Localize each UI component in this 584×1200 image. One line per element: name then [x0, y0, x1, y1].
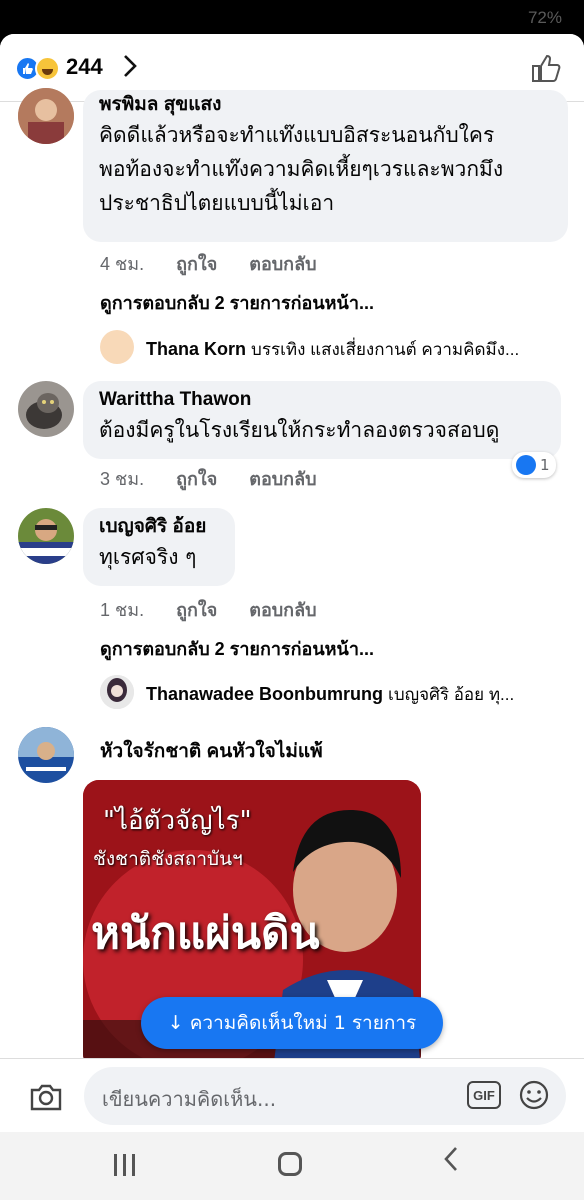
reply-comment-button[interactable]: ตอบกลับ: [249, 249, 316, 278]
like-comment-button[interactable]: ถูกใจ: [176, 464, 217, 493]
reply-preview-text: บรรเทิง แสงเสี่ยงกานต์ ความคิดมึง...: [251, 340, 520, 359]
like-comment-button[interactable]: ถูกใจ: [176, 595, 217, 624]
reply-comment-button[interactable]: ตอบกลับ: [249, 464, 316, 493]
battery-level: 72%: [527, 8, 562, 27]
gif-button[interactable]: GIF: [467, 1081, 501, 1109]
home-icon[interactable]: [278, 1152, 302, 1176]
reply-preview-text: เบญจศิริ อ้อย ทุ...: [388, 685, 515, 704]
comment-text-line: ประชาธิปไตยแบบนี้ไม่เอา: [99, 191, 335, 215]
comment-actions: 1 ชม. ถูกใจ ตอบกลับ: [100, 595, 317, 624]
comment-time: 4 ชม.: [100, 254, 145, 274]
commenter-avatar[interactable]: [18, 508, 74, 564]
reaction-count[interactable]: 244: [66, 54, 103, 80]
reply-comment-button[interactable]: ตอบกลับ: [249, 595, 316, 624]
comment-bubble[interactable]: Warittha Thawon ต้องมีครูในโรงเรียนให้กร…: [83, 381, 561, 459]
like-reaction-icon: [516, 455, 536, 475]
image-caption-line2: ชังชาติชังสถาบันฯ: [93, 848, 243, 870]
comment-text-line: คิดดีแล้วหรือจะทำแท๊งแบบอิสระนอนกับใคร: [99, 123, 495, 147]
comment-bubble[interactable]: พรพิมล สุขแสง คิดดีแล้วหรือจะทำแท๊งแบบอิ…: [83, 90, 568, 242]
back-icon[interactable]: [442, 1144, 460, 1182]
reactions-summary[interactable]: [15, 56, 63, 82]
reply-avatar[interactable]: [100, 675, 134, 709]
comments-sheet: 244 พรพิมล สุขแสง คิดดีแล้วหรือจะทำแท๊งแ…: [0, 34, 584, 1132]
comment-text-line: พอท้องจะทำแท๊งความคิดเหี้ยๆเวรและพวกมึง: [99, 157, 504, 181]
comment-text-line: ทุเรศจริง ๆ: [99, 545, 197, 569]
commenter-avatar[interactable]: [18, 88, 74, 144]
comment-input[interactable]: เขียนความคิดเห็น... GIF: [84, 1067, 566, 1125]
comment-bubble[interactable]: เบญจศิริ อ้อย ทุเรศจริง ๆ: [83, 508, 235, 586]
comment-text-line: ต้องมีครูในโรงเรียนให้กระทำลองตรวจสอบดู: [99, 418, 500, 442]
reply-preview[interactable]: Thana Korn บรรเทิง แสงเสี่ยงกานต์ ความคิ…: [146, 336, 519, 363]
view-previous-replies[interactable]: ดูการตอบกลับ 2 รายการก่อนหน้า...: [100, 634, 374, 663]
reply-preview[interactable]: Thanawadee Boonbumrung เบญจศิริ อ้อย ทุ.…: [146, 681, 514, 708]
new-comments-button[interactable]: ↓ ความคิดเห็นใหม่ 1 รายการ: [141, 997, 443, 1049]
comment-composer: เขียนความคิดเห็น... GIF: [0, 1058, 584, 1132]
comment-like-count: 1: [540, 456, 550, 474]
like-comment-button[interactable]: ถูกใจ: [176, 249, 217, 278]
commenter-name[interactable]: พรพิมล สุขแสง: [99, 92, 552, 118]
like-post-button[interactable]: [530, 52, 562, 84]
comment-time: 3 ชม.: [100, 469, 145, 489]
status-bar: 72%: [0, 0, 584, 34]
camera-icon[interactable]: [28, 1079, 64, 1115]
comment-time: 1 ชม.: [100, 600, 145, 620]
commenter-name[interactable]: หัวใจรักชาติ คนหัวใจไม่แพ้: [100, 739, 323, 765]
image-caption-line1: "ไอ้ตัวจัญไร": [103, 806, 252, 836]
view-previous-replies[interactable]: ดูการตอบกลับ 2 รายการก่อนหน้า...: [100, 288, 374, 317]
emoji-icon[interactable]: [518, 1079, 550, 1111]
reply-avatar[interactable]: [100, 330, 134, 364]
recent-apps-icon[interactable]: [114, 1154, 138, 1176]
commenter-name[interactable]: เบญจศิริ อ้อย: [99, 514, 219, 540]
comment-like-badge[interactable]: 1: [512, 452, 556, 478]
haha-reaction-icon: [35, 56, 60, 81]
chevron-right-icon[interactable]: [122, 53, 138, 85]
image-caption-line3: หนักแผ่นดิน: [91, 908, 320, 959]
reply-author-name: Thanawadee Boonbumrung: [146, 684, 384, 704]
comment-actions: 4 ชม. ถูกใจ ตอบกลับ: [100, 249, 317, 278]
commenter-avatar[interactable]: [18, 727, 74, 783]
commenter-name[interactable]: Warittha Thawon: [99, 387, 545, 413]
comment-actions: 3 ชม. ถูกใจ ตอบกลับ: [100, 464, 317, 493]
commenter-avatar[interactable]: [18, 381, 74, 437]
reply-author-name: Thana Korn: [146, 339, 247, 359]
system-nav-bar: [0, 1132, 584, 1200]
comment-input-placeholder: เขียนความคิดเห็น...: [102, 1087, 277, 1111]
